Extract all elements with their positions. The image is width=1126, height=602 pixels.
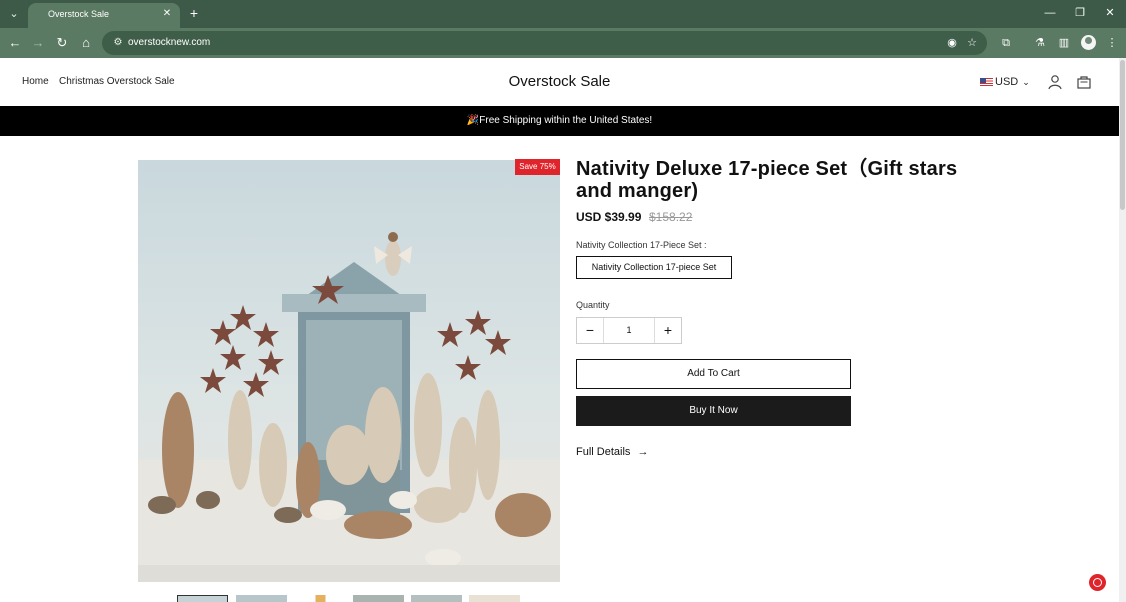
window-close-icon[interactable]: ✕ [1100,4,1120,22]
product-price: USD $39.99 [576,210,642,224]
labs-icon[interactable]: ⚗ [1031,34,1049,52]
full-details-label: Full Details [576,446,631,458]
account-icon[interactable] [1047,74,1063,90]
reload-icon[interactable]: ↻ [52,33,72,53]
star-icon[interactable]: ☆ [964,35,980,51]
back-icon[interactable]: ← [5,33,25,53]
browser-toolbar: ← → ↻ ⌂ ⚙ overstocknew.com ◉ ☆ ⧉ ⚗ ▥ ⋮ [0,28,1126,58]
add-to-cart-button[interactable]: Add To Cart [576,359,851,389]
site-info-icon[interactable]: ⚙ [110,35,126,51]
thumbnail-4[interactable] [353,595,404,602]
variant-label: Nativity Collection 17-Piece Set : [576,240,707,250]
thumbnail-1[interactable] [177,595,228,602]
scroll-thumb[interactable] [1120,60,1125,210]
close-icon[interactable]: ✕ [160,7,174,21]
currency-selector[interactable]: USD ⌄ [980,76,1030,88]
buy-it-now-button[interactable]: Buy It Now [576,396,851,426]
browser-tab-strip: ⌄ Overstock Sale ✕ + — ❐ ✕ [0,0,1126,28]
browser-tab[interactable]: Overstock Sale ✕ [28,3,180,28]
compare-price: $158.22 [649,210,693,224]
announcement-bar: 🎉Free Shipping within the United States! [0,106,1119,136]
quantity-input[interactable]: 1 [604,318,654,343]
thumbnail-3[interactable] [295,595,346,602]
eye-off-icon[interactable]: ◉ [944,35,960,51]
currency-label: USD [995,76,1019,88]
save-badge: Save 75% [515,159,560,175]
store-title[interactable]: Overstock Sale [0,73,1119,90]
web-page: Home Christmas Overstock Sale Overstock … [0,58,1119,602]
new-tab-icon[interactable]: + [185,4,203,22]
quantity-stepper: − 1 + [576,317,682,344]
product-title: Nativity Deluxe 17-piece Set（Gift stars … [576,158,958,202]
us-flag-icon [980,78,993,86]
arrow-right-icon: → [637,446,649,458]
variant-option-button[interactable]: Nativity Collection 17-piece Set [576,256,732,279]
restore-icon[interactable]: ❐ [1070,4,1090,22]
site-header: Home Christmas Overstock Sale Overstock … [0,58,1119,106]
profile-icon[interactable] [1081,35,1096,50]
side-panel-icon[interactable]: ▥ [1055,34,1073,52]
product-image[interactable] [138,160,560,582]
url-text[interactable]: overstocknew.com [128,37,210,48]
minus-icon[interactable]: − [577,318,604,343]
thumbnail-2[interactable] [236,595,287,602]
full-details-link[interactable]: Full Details → [576,446,648,458]
nativity-scene-image [138,160,560,582]
forward-icon[interactable]: → [28,33,48,53]
thumbnail-5[interactable] [411,595,462,602]
tab-menu-icon[interactable]: ⌄ [4,4,24,24]
thumbnail-strip [177,595,527,602]
quantity-label: Quantity [576,300,610,310]
chevron-down-icon: ⌄ [1022,76,1030,87]
thumbnail-6[interactable] [469,595,520,602]
chat-widget-icon[interactable] [1089,574,1106,591]
plus-icon[interactable]: + [654,318,681,343]
home-icon[interactable]: ⌂ [76,33,96,53]
extensions-icon[interactable]: ⧉ [997,34,1015,52]
scrollbar[interactable] [1119,58,1126,602]
tab-title: Overstock Sale [48,9,110,19]
cart-icon[interactable] [1076,74,1092,90]
minimize-icon[interactable]: — [1040,4,1060,22]
kebab-menu-icon[interactable]: ⋮ [1103,34,1121,52]
address-bar[interactable]: ⚙ overstocknew.com ◉ ☆ [102,31,987,55]
